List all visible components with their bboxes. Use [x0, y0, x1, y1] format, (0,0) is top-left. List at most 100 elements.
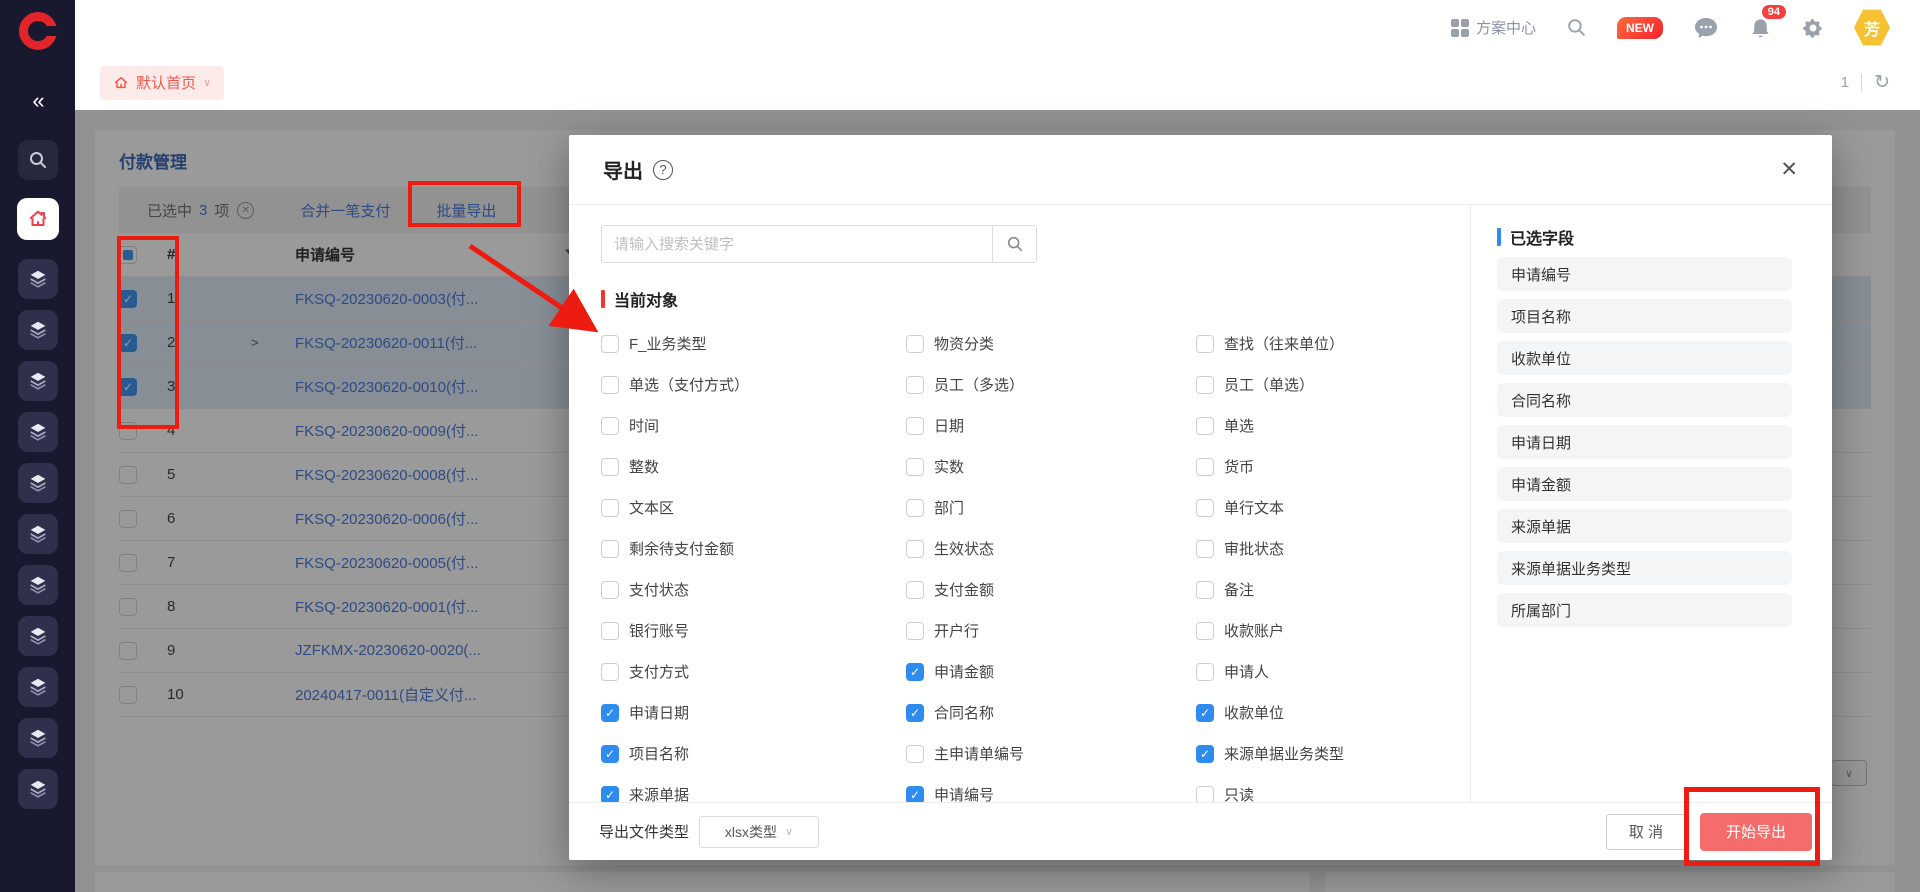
field-option[interactable]: 主申请单编号: [906, 733, 1196, 774]
field-option[interactable]: 员工（单选）: [1196, 364, 1470, 405]
field-option[interactable]: 实数: [906, 446, 1196, 487]
sidebar-item-module[interactable]: [18, 361, 58, 401]
field-checkbox[interactable]: [601, 417, 619, 435]
sidebar-item-module[interactable]: [18, 565, 58, 605]
sidebar-item-module[interactable]: [18, 259, 58, 299]
field-option[interactable]: 查找（往来单位）: [1196, 323, 1470, 364]
selected-field-item[interactable]: 来源单据业务类型: [1497, 551, 1792, 585]
chevron-down-icon[interactable]: ∨: [203, 76, 211, 89]
field-checkbox[interactable]: [906, 663, 924, 681]
sidebar-item-module[interactable]: [18, 412, 58, 452]
selected-field-item[interactable]: 收款单位: [1497, 341, 1792, 375]
sidebar-item-module[interactable]: [18, 718, 58, 758]
user-avatar[interactable]: 芳: [1854, 9, 1890, 47]
header-search-button[interactable]: [1566, 17, 1587, 38]
field-checkbox[interactable]: [601, 745, 619, 763]
field-checkbox[interactable]: [601, 663, 619, 681]
field-option[interactable]: 申请人: [1196, 651, 1470, 692]
field-checkbox[interactable]: [906, 540, 924, 558]
field-checkbox[interactable]: [1196, 499, 1214, 517]
field-checkbox[interactable]: [1196, 663, 1214, 681]
cancel-button[interactable]: 取 消: [1606, 814, 1686, 850]
field-option[interactable]: 开户行: [906, 610, 1196, 651]
selected-field-item[interactable]: 申请日期: [1497, 425, 1792, 459]
field-option[interactable]: 单行文本: [1196, 487, 1470, 528]
help-icon[interactable]: ?: [653, 160, 673, 180]
field-option[interactable]: 支付方式: [601, 651, 906, 692]
refresh-icon[interactable]: ↻: [1874, 71, 1890, 94]
settings-button[interactable]: [1802, 17, 1824, 39]
field-option[interactable]: 员工（多选）: [906, 364, 1196, 405]
field-option[interactable]: 货币: [1196, 446, 1470, 487]
field-option[interactable]: 备注: [1196, 569, 1470, 610]
field-checkbox[interactable]: [906, 335, 924, 353]
solution-center-button[interactable]: 方案中心: [1451, 17, 1536, 38]
field-option[interactable]: 整数: [601, 446, 906, 487]
field-checkbox[interactable]: [1196, 335, 1214, 353]
sidebar-item-home[interactable]: [17, 198, 59, 240]
field-option[interactable]: 物资分类: [906, 323, 1196, 364]
messages-button[interactable]: [1693, 16, 1719, 40]
field-checkbox[interactable]: [601, 458, 619, 476]
field-checkbox[interactable]: [1196, 745, 1214, 763]
field-checkbox[interactable]: [906, 786, 924, 803]
sidebar-item-module[interactable]: [18, 769, 58, 809]
field-checkbox[interactable]: [601, 786, 619, 803]
field-checkbox[interactable]: [906, 458, 924, 476]
field-checkbox[interactable]: [601, 335, 619, 353]
sidebar-item-module[interactable]: [18, 616, 58, 656]
notifications-button[interactable]: 94: [1749, 16, 1772, 40]
field-option[interactable]: 申请编号: [906, 774, 1196, 802]
field-option[interactable]: 项目名称: [601, 733, 906, 774]
field-option[interactable]: 来源单据: [601, 774, 906, 802]
field-option[interactable]: 只读: [1196, 774, 1470, 802]
field-checkbox[interactable]: [1196, 458, 1214, 476]
field-option[interactable]: 支付金额: [906, 569, 1196, 610]
field-option[interactable]: F_业务类型: [601, 323, 906, 364]
start-export-button[interactable]: 开始导出: [1700, 813, 1812, 851]
field-option[interactable]: 收款账户: [1196, 610, 1470, 651]
selected-field-item[interactable]: 申请编号: [1497, 257, 1792, 291]
selected-field-item[interactable]: 申请金额: [1497, 467, 1792, 501]
field-checkbox[interactable]: [601, 376, 619, 394]
field-option[interactable]: 文本区: [601, 487, 906, 528]
field-option[interactable]: 时间: [601, 405, 906, 446]
field-checkbox[interactable]: [1196, 581, 1214, 599]
field-option[interactable]: 银行账号: [601, 610, 906, 651]
field-checkbox[interactable]: [601, 540, 619, 558]
collapse-sidebar-icon[interactable]: «: [32, 88, 42, 114]
field-checkbox[interactable]: [906, 704, 924, 722]
field-option[interactable]: 生效状态: [906, 528, 1196, 569]
selected-field-item[interactable]: 所属部门: [1497, 593, 1792, 627]
field-option[interactable]: 来源单据业务类型: [1196, 733, 1470, 774]
field-checkbox[interactable]: [906, 376, 924, 394]
selected-field-item[interactable]: 来源单据: [1497, 509, 1792, 543]
sidebar-search-button[interactable]: [18, 140, 58, 180]
sidebar-item-module[interactable]: [18, 667, 58, 707]
field-checkbox[interactable]: [601, 622, 619, 640]
field-checkbox[interactable]: [1196, 622, 1214, 640]
search-input[interactable]: [602, 226, 992, 262]
field-option[interactable]: 单选（支付方式）: [601, 364, 906, 405]
sidebar-item-module[interactable]: [18, 310, 58, 350]
field-checkbox[interactable]: [601, 704, 619, 722]
field-option[interactable]: 单选: [1196, 405, 1470, 446]
field-checkbox[interactable]: [906, 417, 924, 435]
field-option[interactable]: 收款单位: [1196, 692, 1470, 733]
field-checkbox[interactable]: [906, 622, 924, 640]
field-checkbox[interactable]: [1196, 704, 1214, 722]
field-option[interactable]: 合同名称: [906, 692, 1196, 733]
sidebar-item-module[interactable]: [18, 514, 58, 554]
field-checkbox[interactable]: [601, 581, 619, 599]
field-checkbox[interactable]: [906, 581, 924, 599]
field-option[interactable]: 审批状态: [1196, 528, 1470, 569]
field-checkbox[interactable]: [601, 499, 619, 517]
field-checkbox[interactable]: [1196, 786, 1214, 803]
field-option[interactable]: 部门: [906, 487, 1196, 528]
tab-default-home[interactable]: 默认首页 ∨: [100, 66, 224, 100]
field-checkbox[interactable]: [1196, 376, 1214, 394]
search-button[interactable]: [992, 226, 1036, 262]
field-option[interactable]: 申请金额: [906, 651, 1196, 692]
field-checkbox[interactable]: [906, 499, 924, 517]
field-option[interactable]: 剩余待支付金额: [601, 528, 906, 569]
